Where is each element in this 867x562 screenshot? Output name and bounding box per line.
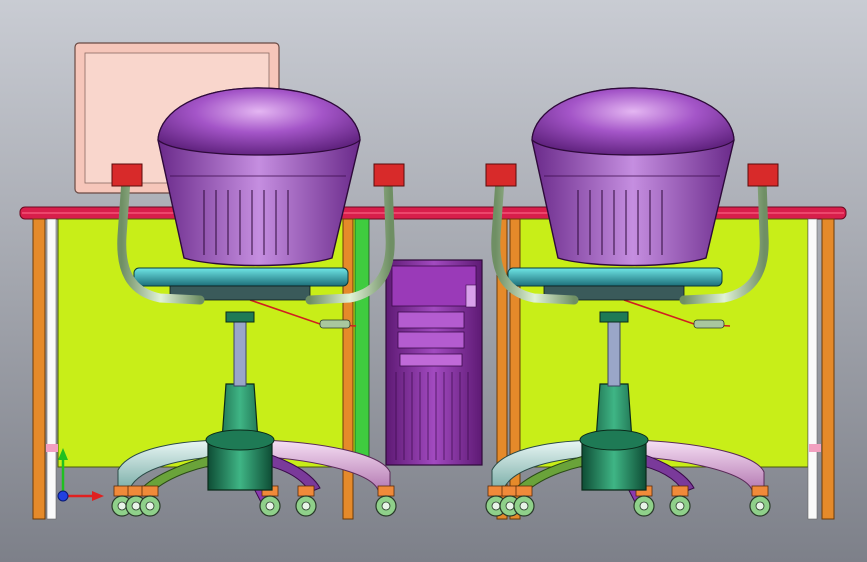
desk-leg bbox=[32, 218, 46, 520]
caster-mount bbox=[297, 485, 315, 497]
lever-handle bbox=[319, 319, 351, 329]
armrest-pad bbox=[373, 163, 405, 187]
caster-mount bbox=[377, 485, 395, 497]
computer-tower bbox=[385, 259, 483, 466]
caster-mount bbox=[113, 485, 131, 497]
caster-mount bbox=[141, 485, 159, 497]
gas-piston bbox=[607, 317, 621, 387]
axis-z bbox=[57, 490, 69, 502]
desk-leg bbox=[342, 218, 354, 520]
armrest-pad bbox=[111, 163, 143, 187]
seat-pan bbox=[507, 267, 723, 287]
desk-leg bbox=[821, 218, 835, 520]
armrest-pad bbox=[747, 163, 779, 187]
caster-mount bbox=[515, 485, 533, 497]
caster-mount bbox=[671, 485, 689, 497]
caster-mount bbox=[501, 485, 519, 497]
cad-viewport bbox=[0, 0, 867, 562]
armrest-pad bbox=[485, 163, 517, 187]
caster-mount bbox=[751, 485, 769, 497]
lever-handle bbox=[693, 319, 725, 329]
scene-svg bbox=[0, 0, 867, 562]
gas-piston bbox=[233, 317, 247, 387]
seat-pan bbox=[133, 267, 349, 287]
